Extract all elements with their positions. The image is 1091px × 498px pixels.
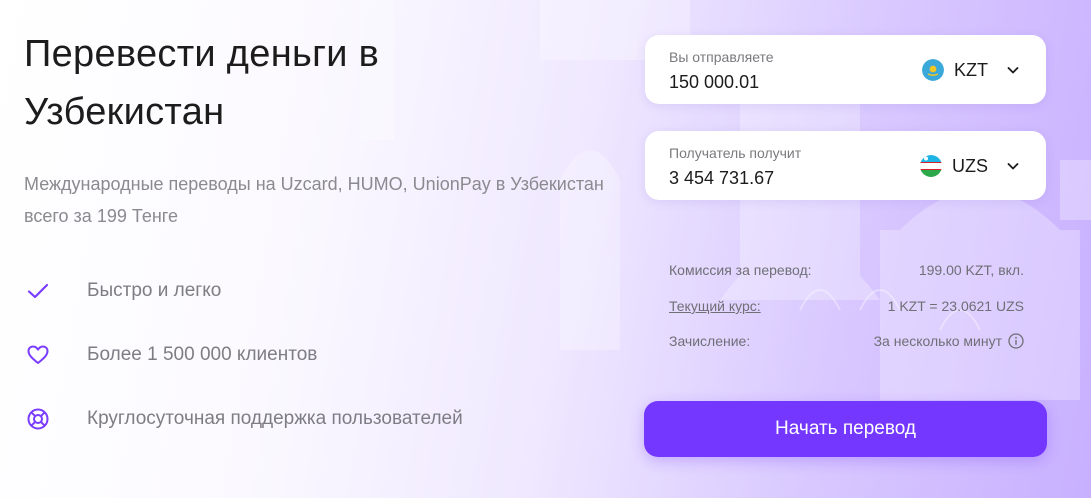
crediting-value: За несколько минут	[874, 333, 1024, 349]
heart-icon	[24, 341, 52, 369]
info-icon[interactable]	[1008, 333, 1024, 349]
uzbekistan-flag-icon	[920, 155, 942, 177]
send-label: Вы отправляете	[669, 49, 774, 65]
send-amount-field[interactable]: Вы отправляете 150 000.01 KZT	[645, 35, 1046, 104]
feature-item-clients: Более 1 500 000 клиентов	[24, 335, 624, 375]
receive-currency-selector[interactable]: UZS	[920, 153, 1020, 179]
crediting-label: Зачисление:	[669, 333, 751, 349]
start-transfer-button[interactable]: Начать перевод	[644, 401, 1047, 457]
rate-value: 1 KZT = 23.0621 UZS	[888, 298, 1024, 314]
check-icon	[24, 277, 52, 305]
send-currency-selector[interactable]: KZT	[922, 57, 1020, 83]
lifebuoy-icon	[24, 405, 52, 433]
feature-label: Быстро и легко	[87, 280, 222, 301]
rate-amount: 1 KZT = 23.0621 UZS	[887, 298, 1024, 314]
feature-label: Круглосуточная поддержка пользователей	[87, 408, 463, 429]
commission-value: 199.00 KZT, вкл.	[919, 262, 1024, 278]
send-currency-code: KZT	[954, 59, 988, 80]
chevron-down-icon[interactable]	[1006, 63, 1020, 77]
crediting-time: За несколько минут	[873, 333, 1002, 349]
hero-subtitle: Международные переводы на Uzcard, HUMO, …	[24, 174, 604, 226]
rate-link[interactable]: Текущий курс:	[669, 298, 761, 314]
receive-amount-field[interactable]: Получатель получит 3 454 731.67 UZS	[645, 131, 1046, 200]
chevron-down-icon[interactable]	[1006, 159, 1020, 173]
rate-row: Текущий курс: 1 KZT = 23.0621 UZS	[669, 298, 1024, 318]
feature-item-support: Круглосуточная поддержка пользователей	[24, 399, 624, 439]
feature-label: Более 1 500 000 клиентов	[87, 344, 318, 365]
crediting-row: Зачисление: За несколько минут	[669, 333, 1024, 353]
commission-label: Комиссия за перевод:	[669, 262, 812, 278]
receive-currency-code: UZS	[952, 155, 988, 176]
commission-amount: 199.00 KZT, вкл.	[918, 262, 1024, 278]
feature-item-fast: Быстро и легко	[24, 271, 624, 311]
page-title: Перевести деньги в Узбекистан	[24, 33, 380, 133]
receive-label: Получатель получит	[669, 145, 802, 161]
commission-row: Комиссия за перевод: 199.00 KZT, вкл.	[669, 262, 1024, 282]
receive-amount-value[interactable]: 3 454 731.67	[669, 168, 774, 189]
send-amount-value[interactable]: 150 000.01	[669, 72, 759, 93]
kazakhstan-flag-icon	[922, 59, 944, 81]
